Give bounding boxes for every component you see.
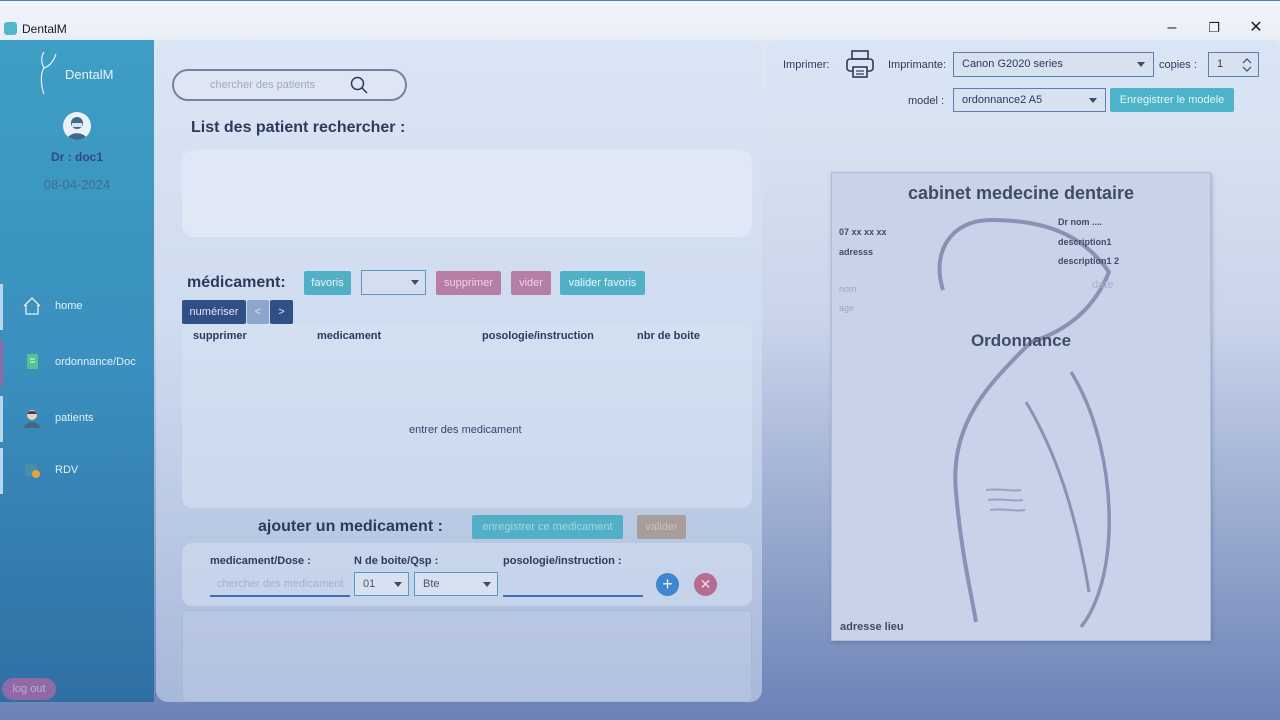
chevron-down-icon [411,280,419,285]
copies-value: 1 [1217,58,1224,70]
unit-select[interactable]: Bte [414,572,498,596]
sidebar-item-patients[interactable]: patients [0,396,154,442]
app-icon [4,22,17,35]
document-icon [27,354,38,369]
model-value: ordonnance2 A5 [962,94,1043,106]
previous-button[interactable]: < [247,300,269,324]
chevron-down-icon [1089,98,1097,103]
search-icon[interactable] [349,75,369,95]
sidebar-date: 08-04-2024 [43,177,111,192]
medication-search-input[interactable]: chercher des medicament [217,578,344,590]
clear-button[interactable]: vider [511,271,551,295]
medication-table [182,324,752,508]
delete-button[interactable]: supprimer [436,271,501,295]
preview-phone: 07 xx xx xx [839,227,887,237]
preview-patient-age: age [839,303,855,313]
next-button[interactable]: > [270,300,293,324]
box-count-value: 01 [363,578,376,590]
medication-input-underline [210,595,350,597]
preview-date: date [1092,279,1114,291]
preview-ordonnance-title: Ordonnance [970,331,1072,350]
printer-icon[interactable] [844,49,876,79]
preview-doctor-name: Dr nom .... [1058,217,1103,227]
box-count-select[interactable]: 01 [354,572,409,596]
add-medication-title: ajouter un medicament : [258,518,443,535]
preview-description1: description1 [1058,237,1112,247]
favoris-button[interactable]: favoris [304,271,351,295]
preview-location-address: adresse lieu [840,621,904,633]
preview-patient-name: nom [839,284,857,294]
search-placeholder: chercher des patients [210,79,316,91]
save-medication-button[interactable]: enregistrer ce medicament [472,515,623,539]
sidebar-item-home[interactable]: home [0,284,154,330]
sidebar-item-label: ordonnance/Doc [55,356,136,368]
chevron-down-icon [483,582,491,587]
copies-label: copies : [1159,59,1197,71]
box-count-label: N de boite/Qsp : [354,555,439,567]
medication-section-title: médicament: [187,274,286,291]
patient-icon [24,410,40,428]
remove-medication-button[interactable]: ✕ [694,573,717,596]
doctor-avatar [63,112,91,140]
posologie-label: posologie/instruction : [503,555,622,567]
printer-value: Canon G2020 series [962,58,1063,70]
minimize-button[interactable]: – [1152,17,1192,39]
model-select[interactable]: ordonnance2 A5 [953,88,1106,112]
empty-table-message: entrer des medicament [409,424,522,436]
favoris-dropdown[interactable] [361,270,426,295]
column-header-medicament: medicament [317,330,382,342]
model-label: model : [908,95,945,107]
print-label: Imprimer: [783,59,830,71]
sidebar-item-label: home [55,300,83,312]
sidebar-item-ordonnance[interactable]: ordonnance/Doc [0,340,154,386]
printer-label: Imprimante: [888,59,947,71]
window-title: DentalM [22,22,67,36]
column-header-supprimer: supprimer [193,330,247,342]
title-bar [0,0,1280,40]
tooth-watermark-icon [937,217,1112,629]
close-button[interactable]: ✕ [1236,17,1276,39]
home-icon [23,297,41,315]
stepper-arrows-icon[interactable] [1242,56,1252,74]
add-medication-button[interactable]: + [656,573,679,596]
chevron-down-icon [1137,62,1145,67]
posologie-input[interactable] [503,595,643,597]
doctor-avatar-icon [67,117,87,140]
chevron-down-icon [394,582,402,587]
save-model-button[interactable]: Enregistrer le modele [1110,88,1234,112]
sidebar-item-rdv[interactable]: RDV [0,448,154,494]
sidebar-item-label: RDV [55,464,79,476]
logout-button[interactable]: log out [2,678,56,700]
column-header-nbr-boite: nbr de boite [637,330,700,342]
tooth-logo-icon [40,51,57,95]
sidebar-item-label: patients [55,412,94,424]
preview-address: adresss [839,247,874,257]
validate-favorites-button[interactable]: valider favoris [560,271,645,295]
patient-list-title: List des patient rechercher : [191,119,406,136]
doctor-name: Dr : doc1 [50,150,103,164]
column-header-posologie: posologie/instruction [482,330,594,342]
patient-results-list [182,150,752,237]
app-logo-text: DentalM [65,67,114,82]
calendar-icon [25,464,40,478]
cabinet-title: cabinet medecine dentaire [907,183,1135,203]
printer-select[interactable]: Canon G2020 series [953,52,1154,77]
medication-dose-label: medicament/Dose : [210,555,311,567]
preview-description2: description1 2 [1058,256,1120,266]
validate-button[interactable]: valider [637,515,686,539]
unit-value: Bte [423,578,440,590]
scan-button[interactable]: numériser [182,300,246,324]
copies-stepper[interactable]: 1 [1208,52,1259,77]
restore-button[interactable]: ❐ [1194,17,1234,39]
notes-area[interactable] [182,610,752,702]
